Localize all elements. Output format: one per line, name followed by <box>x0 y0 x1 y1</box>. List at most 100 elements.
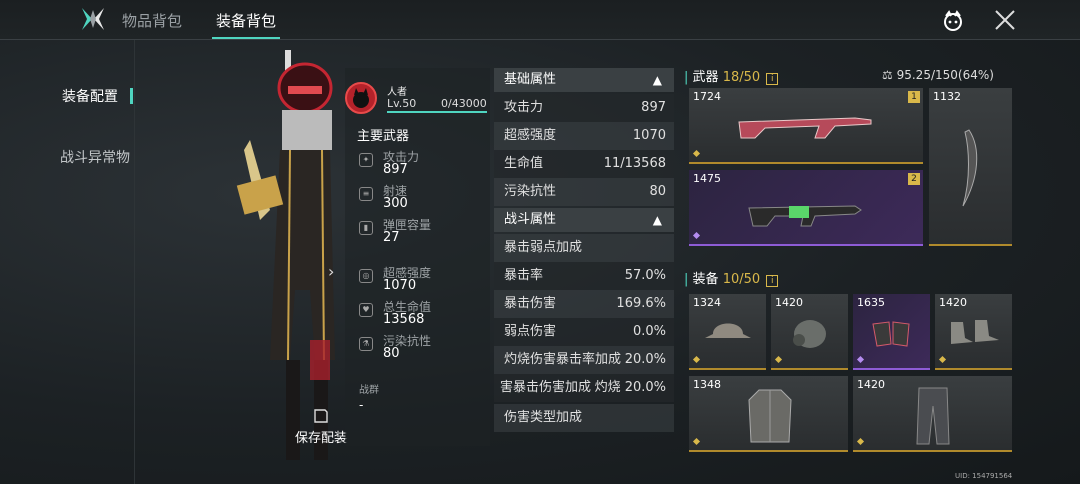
attr-label: 害暴击伤害加成 <box>500 380 592 395</box>
attr-value: 20.0% <box>624 352 666 367</box>
gear-card-jacket[interactable]: 1348 <box>689 376 848 452</box>
exp-bar <box>387 111 487 113</box>
uid-label: UID: 154791564 <box>955 472 1013 480</box>
gear-card-hat[interactable]: 1324 <box>689 294 766 370</box>
attr-value: 57.0% <box>624 268 666 283</box>
magazine-icon: ▮ <box>359 221 373 235</box>
rarity-diamond-icon <box>856 355 865 364</box>
gear-count: 10/50 <box>722 272 761 287</box>
gear-score: 1420 <box>775 296 803 309</box>
rarity-diamond-icon <box>692 437 701 446</box>
weapon-score: 1724 <box>693 90 721 103</box>
attr-label: 暴击弱点加成 <box>504 240 583 255</box>
weight-value: 95.25/150(64%) <box>896 68 994 82</box>
boots-icon <box>951 320 999 344</box>
machine-gun-icon <box>748 205 862 227</box>
basic-attrs-header[interactable]: 基础属性 ▲ <box>494 68 674 92</box>
troop-value: - <box>359 398 364 412</box>
stat-value: 897 <box>383 162 408 177</box>
fire-rate-icon: ≡ <box>359 187 373 201</box>
info-icon[interactable]: i <box>766 73 779 85</box>
blade-icon <box>962 129 978 207</box>
rarity-diamond-icon <box>856 437 865 446</box>
attr-label: 暴击伤害 <box>504 296 557 311</box>
pants-icon <box>916 387 950 445</box>
troop-label: 战群 <box>359 385 379 396</box>
attr-value: 灼烧 20.0% <box>594 380 666 395</box>
save-icon <box>314 409 328 423</box>
attr-label: 超感强度 <box>504 128 557 143</box>
sidebar-item-combat-anomaly[interactable]: 战斗异常物 <box>60 147 130 167</box>
weapon-card[interactable]: 1724 1 <box>689 88 923 164</box>
combat-attrs-header[interactable]: 战斗属性 ▲ <box>494 208 674 232</box>
slot-badge: 1 <box>908 91 920 103</box>
stat-value: 13568 <box>383 312 425 327</box>
stat-psi: ◎ 超感强度 1070 <box>357 264 487 298</box>
gear-marker-icon: | <box>684 272 689 287</box>
attr-label: 伤害类型加成 <box>504 410 583 425</box>
game-logo-icon <box>82 8 104 30</box>
gloves-icon <box>872 321 910 347</box>
attr-row: 超感强度 1070 <box>494 122 674 150</box>
gear-score: 1324 <box>693 296 721 309</box>
sidebar <box>0 40 135 484</box>
player-exp: 0/43000 <box>441 97 487 110</box>
attr-value: 1070 <box>632 128 666 143</box>
attr-value: 11/13568 <box>603 156 666 171</box>
attr-label: 攻击力 <box>504 100 544 115</box>
attr-label: 弱点伤害 <box>504 324 557 339</box>
chevron-up-icon: ▲ <box>652 73 662 87</box>
attributes-panel: 基础属性 ▲ 攻击力 897 超感强度 1070 生命值 11/13568 污染抗性 8… <box>494 68 674 448</box>
gear-score: 1420 <box>939 296 967 309</box>
attr-label: 生命值 <box>504 156 544 171</box>
attr-row: 灼烧伤害暴击率加成 20.0% <box>494 346 674 374</box>
weapons-marker-icon: | <box>684 70 689 85</box>
attack-icon: ✦ <box>359 153 373 167</box>
gear-card-boots[interactable]: 1420 <box>935 294 1012 370</box>
gear-card-mask[interactable]: 1420 <box>771 294 848 370</box>
weapon-card[interactable]: 1132 <box>929 88 1012 246</box>
stat-value: 1070 <box>383 278 417 293</box>
sidebar-active-marker <box>130 88 133 104</box>
info-icon[interactable]: i <box>766 275 779 287</box>
pet-face-icon[interactable] <box>942 10 964 32</box>
attr-label: 灼烧伤害暴击率加成 <box>504 352 622 367</box>
gear-card-pants[interactable]: 1420 <box>853 376 1012 452</box>
tab-item-bag[interactable]: 物品背包 <box>122 10 182 31</box>
avatar-cat-icon <box>353 88 369 108</box>
player-name: 人者 <box>387 87 407 98</box>
player-level: Lv.50 <box>387 97 417 110</box>
rarity-diamond-icon <box>692 149 701 158</box>
stat-resist: ⚗ 污染抗性 80 <box>357 332 487 366</box>
gear-score: 1635 <box>857 296 885 309</box>
close-icon[interactable] <box>993 8 1017 32</box>
gear-score: 1420 <box>857 378 885 391</box>
tab-equipment-bag[interactable]: 装备背包 <box>216 10 276 31</box>
weapons-label: 武器 <box>692 70 719 85</box>
chevron-up-icon: ▲ <box>652 213 662 227</box>
attr-row: 生命值 11/13568 <box>494 150 674 178</box>
jacket-icon <box>748 389 792 443</box>
attr-row: 伤害类型加成 <box>494 404 674 432</box>
basic-attrs-title: 基础属性 <box>504 72 557 87</box>
next-character-arrow-icon[interactable]: › <box>328 262 334 281</box>
gear-card-gloves[interactable]: 1635 <box>853 294 930 370</box>
stat-hp: ♥ 总生命值 13568 <box>357 298 487 332</box>
attr-row: 暴击伤害 169.6% <box>494 290 674 318</box>
rarity-diamond-icon <box>774 355 783 364</box>
attr-value: 897 <box>641 100 666 115</box>
rarity-diamond-icon <box>692 231 701 240</box>
gas-mask-icon <box>793 320 826 348</box>
avatar[interactable] <box>345 82 377 114</box>
stat-attack: ✦ 攻击力 897 <box>357 148 487 182</box>
top-bar: 物品背包 装备背包 <box>0 0 1080 40</box>
weapons-header: | 武器 18/50 i <box>684 66 779 85</box>
attr-label: 污染抗性 <box>504 184 557 199</box>
resist-icon: ⚗ <box>359 337 373 351</box>
weapon-score: 1475 <box>693 172 721 185</box>
weapon-card[interactable]: 1475 2 <box>689 170 923 246</box>
stat-fire-rate: ≡ 射速 300 <box>357 182 487 216</box>
player-stats-panel: 人者 Lv.50 0/43000 主要武器 ✦ 攻击力 897 ≡ 射速 300… <box>345 68 490 446</box>
sidebar-item-loadout[interactable]: 装备配置 <box>62 86 118 106</box>
gear-header: | 装备 10/50 i <box>684 268 779 287</box>
